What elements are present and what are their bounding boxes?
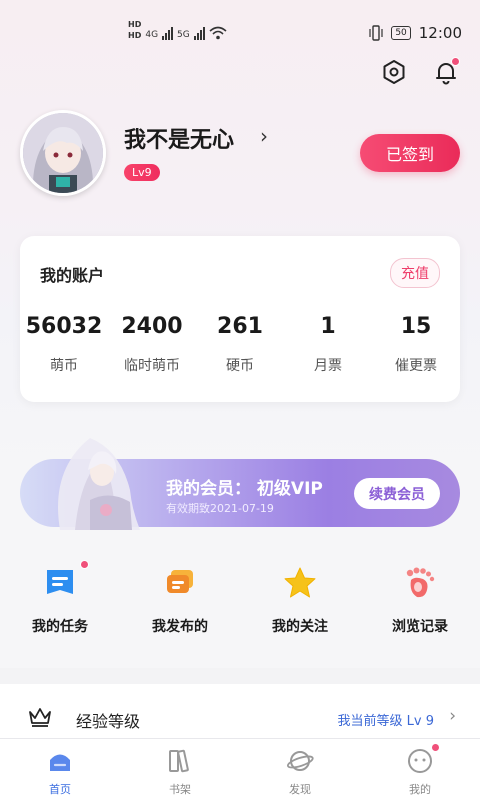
signal-icon bbox=[162, 26, 174, 40]
stat-value: 261 bbox=[217, 314, 263, 339]
settings-button[interactable] bbox=[380, 58, 408, 86]
quick-label: 浏览记录 bbox=[392, 619, 448, 635]
quick-item-tasks[interactable]: 我的任务 bbox=[0, 560, 120, 636]
chevron-right-icon: › bbox=[449, 706, 456, 726]
network-type-2: 5G bbox=[177, 30, 190, 40]
recharge-button[interactable]: 充值 bbox=[390, 258, 440, 288]
quick-item-published[interactable]: 我发布的 bbox=[120, 566, 240, 636]
signal-icon-2 bbox=[193, 26, 205, 40]
avatar[interactable] bbox=[20, 110, 106, 196]
tab-mine[interactable]: 我的 bbox=[360, 739, 480, 800]
vip-expiry: 有效期致2021-07-19 bbox=[166, 502, 274, 515]
mine-dot bbox=[431, 743, 440, 752]
bottom-tab-bar: 首页 书架 发现 我的 bbox=[0, 738, 480, 800]
footprint-icon bbox=[403, 566, 437, 600]
network-type-1: 4G bbox=[145, 30, 159, 40]
quick-label: 我发布的 bbox=[152, 619, 208, 635]
vip-title: 我的会员： 初级VIP bbox=[166, 479, 323, 499]
home-icon bbox=[46, 747, 74, 775]
notification-dot bbox=[451, 57, 460, 66]
tab-label: 书架 bbox=[169, 783, 191, 796]
renew-vip-button[interactable]: 续费会员 bbox=[354, 478, 440, 509]
stat-coins[interactable]: 261 硬币 bbox=[196, 314, 284, 375]
hd-top-label: HD bbox=[128, 20, 142, 29]
quick-item-history[interactable]: 浏览记录 bbox=[360, 566, 480, 636]
notification-button[interactable] bbox=[432, 57, 460, 86]
status-bar: HD HD 4G 5G 50 12:00 bbox=[0, 0, 480, 64]
bookshelf-icon bbox=[166, 747, 194, 775]
current-level: 我当前等级 Lv 9 bbox=[337, 714, 434, 729]
tab-label: 首页 bbox=[49, 783, 71, 796]
quick-label: 我的关注 bbox=[272, 619, 328, 635]
stat-label: 硬币 bbox=[226, 358, 254, 374]
header-actions bbox=[380, 57, 460, 86]
chat-publish-icon bbox=[163, 566, 197, 600]
quick-actions: 我的任务 我发布的 我的关注 浏览记录 bbox=[0, 560, 480, 636]
task-list-icon bbox=[43, 560, 89, 600]
smile-face-icon bbox=[406, 743, 440, 775]
wifi-icon bbox=[209, 26, 227, 40]
tab-bookshelf[interactable]: 书架 bbox=[120, 739, 240, 800]
planet-icon bbox=[286, 747, 314, 775]
avatar-illustration bbox=[23, 113, 103, 193]
hd-indicator: HD HD bbox=[128, 20, 141, 40]
tab-home[interactable]: 首页 bbox=[0, 739, 120, 800]
task-dot bbox=[80, 560, 89, 569]
stat-label: 萌币 bbox=[50, 358, 78, 374]
quick-label: 我的任务 bbox=[32, 619, 88, 635]
clock: 12:00 bbox=[418, 24, 462, 42]
stat-mengbi[interactable]: 56032 萌币 bbox=[20, 314, 108, 375]
vibrate-icon bbox=[369, 25, 383, 41]
status-right: 50 12:00 bbox=[369, 24, 462, 42]
stat-monthly-ticket[interactable]: 1 月票 bbox=[284, 314, 372, 375]
nickname[interactable]: 我不是无心 bbox=[124, 122, 234, 154]
quick-item-following[interactable]: 我的关注 bbox=[240, 566, 360, 636]
stat-value: 1 bbox=[320, 314, 336, 339]
level-badge: Lv9 bbox=[124, 164, 160, 181]
stat-urge-ticket[interactable]: 15 催更票 bbox=[372, 314, 460, 375]
chevron-right-icon[interactable]: › bbox=[260, 124, 268, 148]
stat-label: 临时萌币 bbox=[124, 358, 180, 374]
account-card: 我的账户 充值 56032 萌币 2400 临时萌币 261 硬币 1 月票 1… bbox=[20, 236, 460, 402]
hexagon-settings-icon bbox=[383, 60, 405, 84]
tab-label: 发现 bbox=[289, 783, 311, 796]
stat-value: 2400 bbox=[121, 314, 183, 339]
stat-value: 56032 bbox=[25, 314, 103, 339]
crown-icon bbox=[29, 708, 51, 727]
tab-label: 我的 bbox=[409, 783, 431, 796]
stat-value: 15 bbox=[400, 314, 432, 339]
hd-bottom-label: HD bbox=[128, 31, 142, 40]
tab-discover[interactable]: 发现 bbox=[240, 739, 360, 800]
stat-label: 催更票 bbox=[395, 358, 437, 374]
star-icon bbox=[283, 566, 317, 600]
battery-indicator: 50 bbox=[391, 26, 411, 40]
network-indicators: HD HD 4G 5G bbox=[128, 20, 227, 40]
account-title: 我的账户 bbox=[40, 266, 105, 285]
experience-title: 经验等级 bbox=[76, 712, 141, 731]
vip-character-illustration bbox=[58, 438, 140, 530]
experience-row[interactable]: 经验等级 我当前等级 Lv 9 › bbox=[0, 668, 480, 740]
stat-temp-mengbi[interactable]: 2400 临时萌币 bbox=[108, 314, 196, 375]
stat-label: 月票 bbox=[314, 358, 342, 374]
profile-section: 我不是无心 › Lv9 已签到 bbox=[20, 108, 460, 198]
checkin-button[interactable]: 已签到 bbox=[360, 134, 460, 172]
account-stats: 56032 萌币 2400 临时萌币 261 硬币 1 月票 15 催更票 bbox=[20, 314, 460, 375]
